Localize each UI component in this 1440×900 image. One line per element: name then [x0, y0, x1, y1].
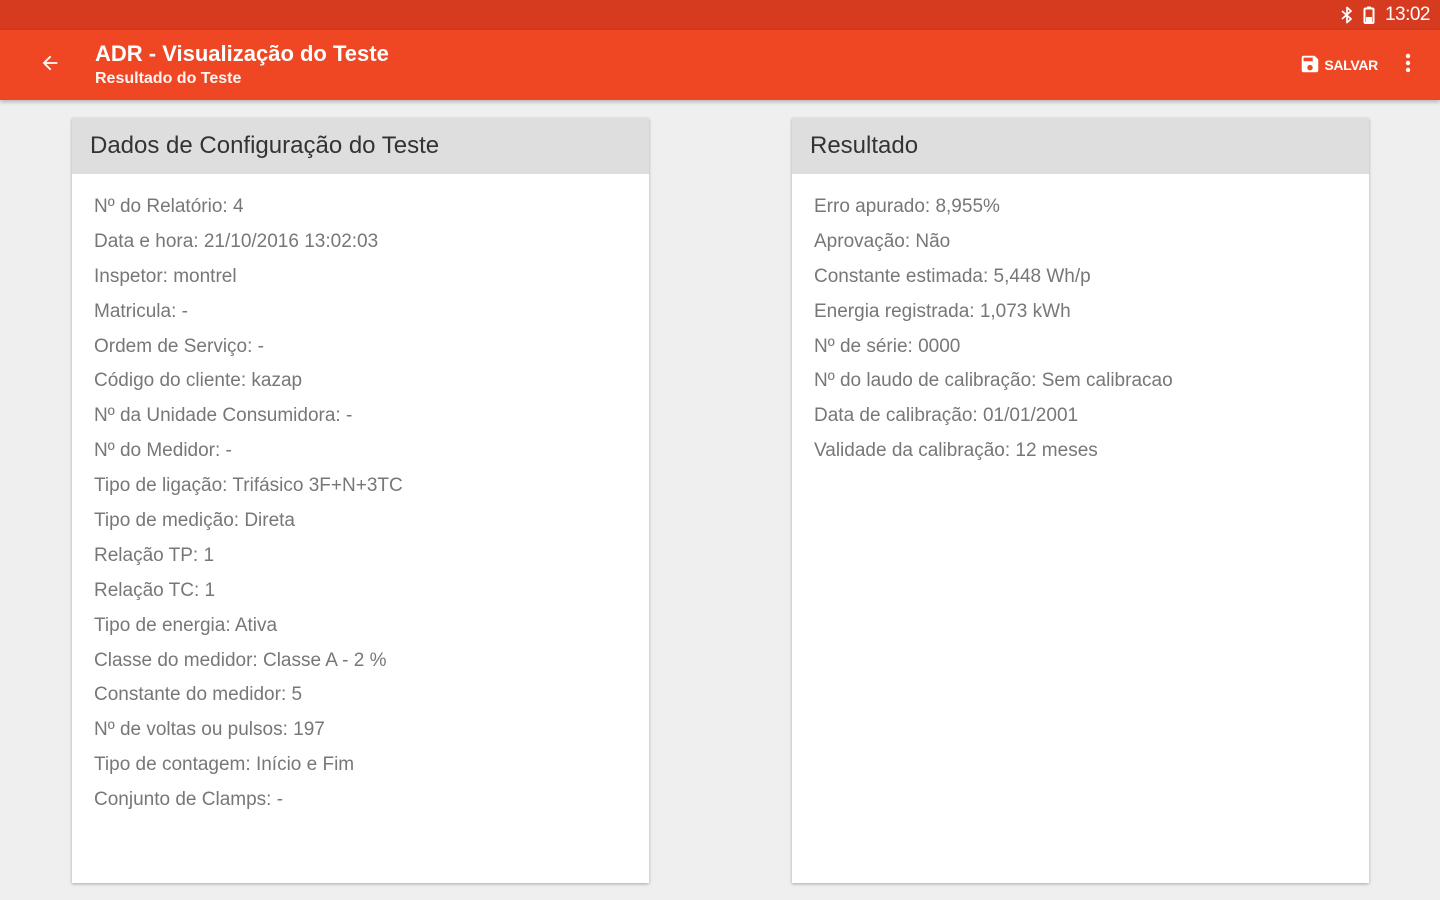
result-list: Erro apurado: 8,955% Aprovação: Não Cons…	[792, 174, 1369, 469]
list-item: Tipo de medição: Direta	[94, 510, 296, 532]
result-card-title: Resultado	[792, 118, 1369, 174]
save-icon	[1299, 53, 1324, 78]
list-item: Erro apurado: 8,955%	[814, 196, 1000, 217]
arrow-back-icon	[39, 52, 61, 79]
list-item: Nº de voltas ou pulsos: 197	[94, 719, 325, 741]
save-button[interactable]: SALVAR	[1299, 52, 1378, 78]
list-item: Ordem de Serviço: -	[94, 335, 264, 357]
list-item: Constante estimada: 5,448 Wh/p	[814, 265, 1091, 287]
list-item: Relação TC: 1	[94, 579, 216, 601]
list-item: Classe do medidor: Classe A - 2 %	[94, 649, 387, 671]
config-list: Nº do Relatório: 4 Data e hora: 21/10/20…	[72, 174, 649, 818]
list-item: Inspetor: montrel	[94, 265, 237, 287]
list-item: Código do cliente: kazap	[94, 370, 303, 392]
bluetooth-icon	[1341, 6, 1353, 24]
list-item: Data e hora: 21/10/2016 13:02:03	[94, 230, 379, 252]
list-item: Energia registrada: 1,073 kWh	[814, 300, 1071, 322]
save-label: SALVAR	[1324, 57, 1378, 73]
list-item: Aprovação: Não	[814, 230, 951, 252]
result-card: Resultado Erro apurado: 8,955% Aprovação…	[792, 118, 1369, 883]
list-item: Matricula: -	[94, 300, 188, 322]
battery-icon	[1363, 6, 1375, 24]
title-block: ADR - Visualização do Teste Resultado do…	[95, 40, 389, 90]
config-card-title: Dados de Configuração do Teste	[72, 118, 649, 174]
overflow-menu-button[interactable]	[1398, 52, 1418, 78]
list-item: Relação TP: 1	[94, 544, 215, 566]
status-time: 13:02	[1384, 4, 1431, 25]
list-item: Nº da Unidade Consumidora: -	[94, 405, 353, 427]
more-vert-icon	[1405, 53, 1411, 78]
list-item: Nº do Relatório: 4	[94, 196, 244, 217]
list-item: Validade da calibração: 12 meses	[814, 440, 1098, 462]
list-item: Nº de série: 0000	[814, 335, 961, 357]
list-item: Tipo de contagem: Início e Fim	[94, 754, 355, 776]
config-card: Dados de Configuração do Teste Nº do Rel…	[72, 118, 649, 883]
status-bar: 13:02	[0, 0, 1440, 30]
page-title: ADR - Visualização do Teste	[95, 41, 389, 66]
list-item: Nº do Medidor: -	[94, 440, 232, 462]
list-item: Conjunto de Clamps: -	[94, 789, 284, 811]
list-item: Tipo de ligação: Trifásico 3F+N+3TC	[94, 475, 403, 497]
list-item: Nº do laudo de calibração: Sem calibraca…	[814, 370, 1173, 392]
list-item: Data de calibração: 01/01/2001	[814, 405, 1079, 427]
list-item: Tipo de energia: Ativa	[94, 614, 278, 636]
app-bar: ADR - Visualização do Teste Resultado do…	[0, 30, 1440, 100]
back-button[interactable]	[30, 48, 70, 82]
page-subtitle: Resultado do Teste	[95, 70, 242, 87]
list-item: Constante do medidor: 5	[94, 684, 303, 706]
